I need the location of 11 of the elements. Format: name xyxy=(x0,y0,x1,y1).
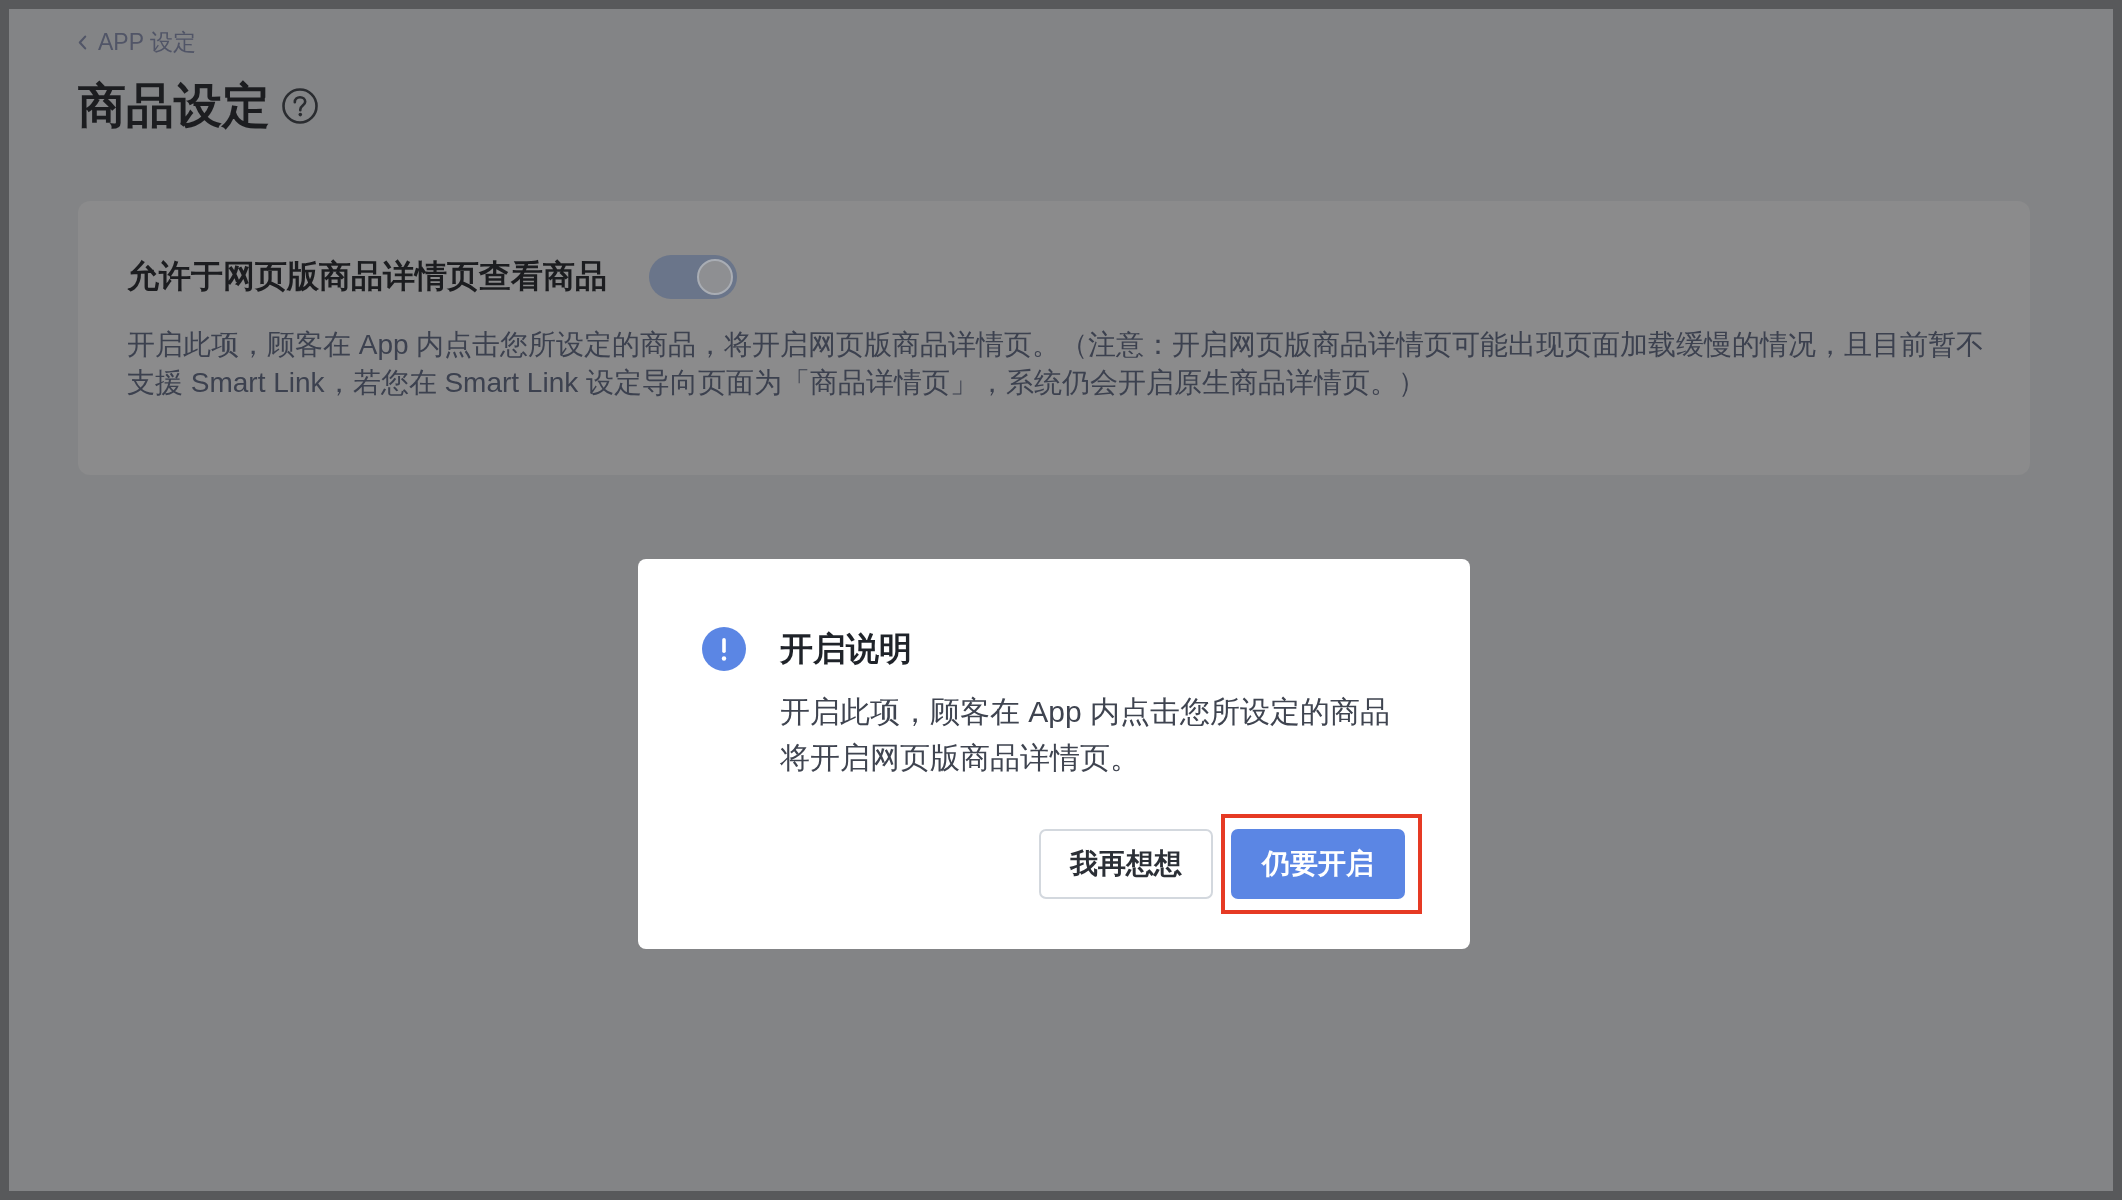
setting-label: 允许于网页版商品详情页查看商品 xyxy=(127,257,607,296)
dialog-message: 开启此项，顾客在 App 内点击您所设定的商品将开启网页版商品详情页。 xyxy=(780,694,1392,776)
help-icon[interactable] xyxy=(282,88,318,124)
dialog-title: 开启说明 xyxy=(780,629,912,669)
setting-description: 开启此项，顾客在 App 内点击您所设定的商品，将开启网页版商品详情页。（注意：开启网页版商品详情页可能出现页面加载缓慢的情况，且目前暂不支援 Smart Link，若您在 Smart Link 设定导向页面为「商品详情页」，系统仍会开启原生商品详情页。） xyxy=(127,328,1986,400)
confirm-button[interactable]: 仍要开启 xyxy=(1231,829,1405,899)
exclamation-icon xyxy=(702,627,746,671)
chevron-left-icon xyxy=(78,34,87,50)
cancel-button[interactable]: 我再想想 xyxy=(1039,829,1213,899)
page-title: 商品设定 xyxy=(78,78,270,134)
toggle-switch[interactable] xyxy=(649,255,737,299)
